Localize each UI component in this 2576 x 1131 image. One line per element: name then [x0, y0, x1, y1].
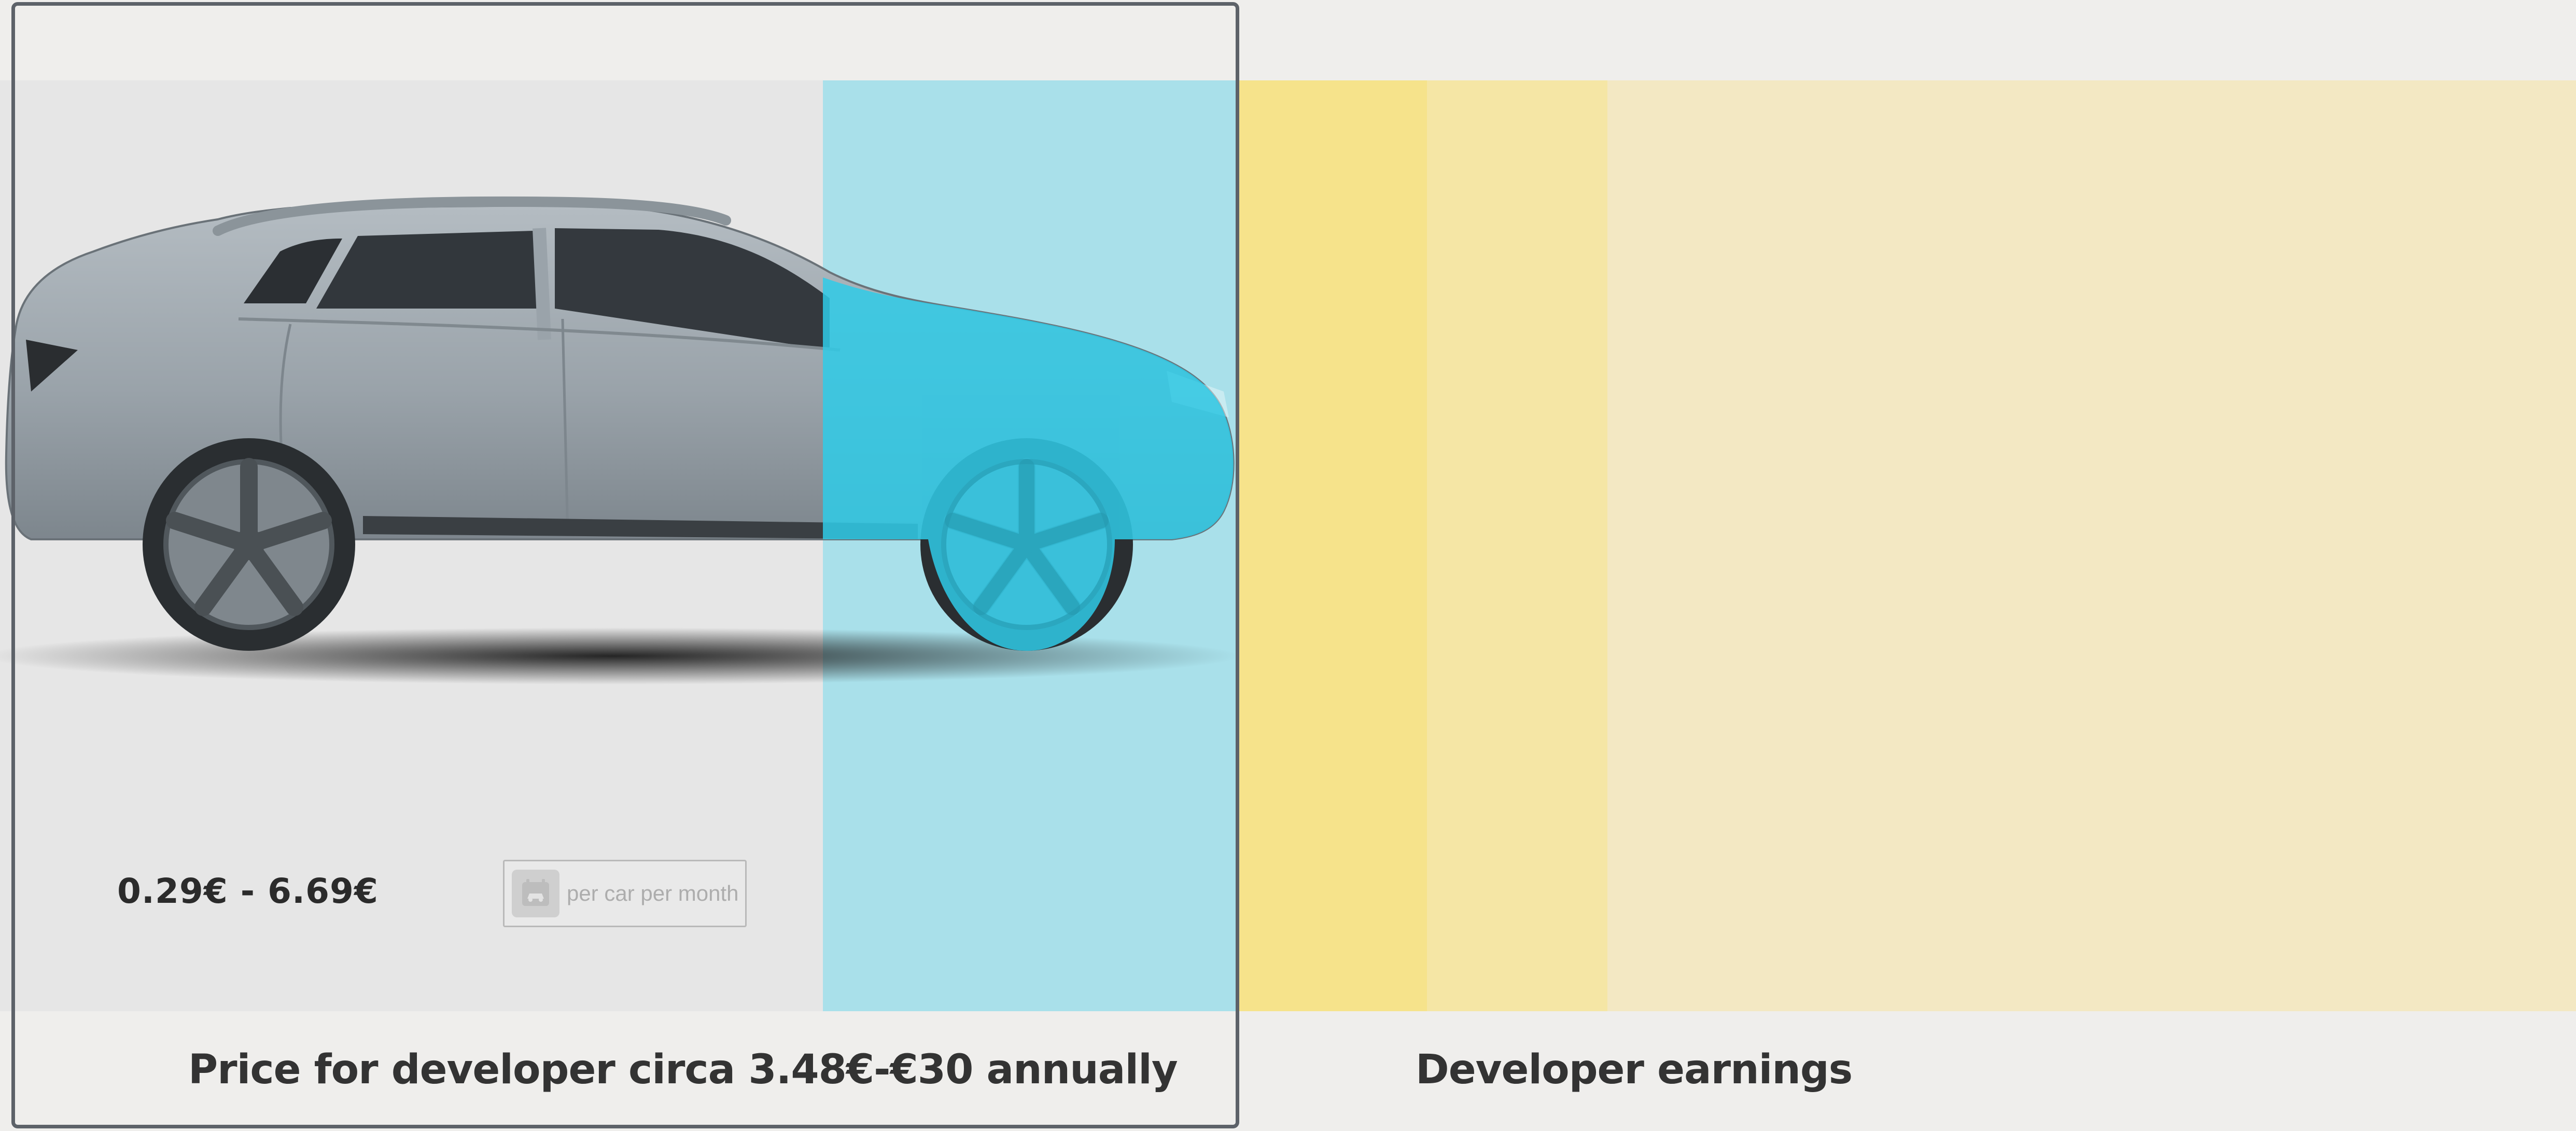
developer-earnings-caption: Developer earnings: [1416, 1046, 1853, 1093]
billing-unit-label: per car per month: [567, 881, 739, 905]
price-range: 0.29€ - 6.69€: [117, 871, 379, 911]
car-calendar-icon: [512, 870, 559, 917]
billing-unit-chip: per car per month: [503, 860, 747, 927]
yellow-band-3: [1607, 80, 2576, 1011]
developer-price-caption: Price for developer circa 3.48€-€30 annu…: [188, 1046, 1178, 1093]
yellow-band-2: [1427, 80, 1607, 1011]
yellow-band-1: [1239, 80, 1427, 1011]
